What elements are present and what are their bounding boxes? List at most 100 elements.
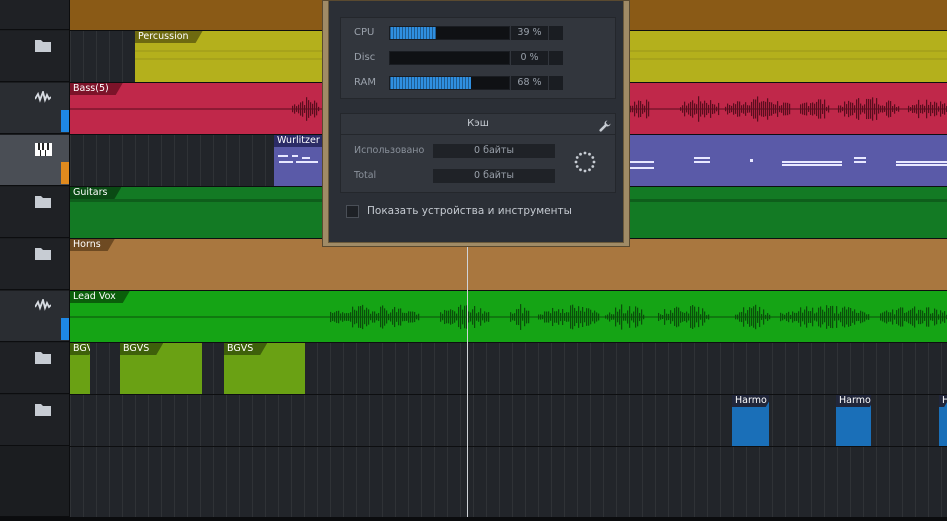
waveform-sample	[662, 315, 664, 319]
waveform-sample	[894, 314, 896, 320]
waveform-sample	[788, 311, 790, 323]
event-label-lead-vox: Lead Vox	[70, 291, 130, 303]
waveform-sample	[366, 307, 368, 327]
waveform-sample	[812, 307, 814, 327]
waveform-sample	[382, 305, 384, 329]
waveform-sample	[690, 101, 692, 117]
waveform-sample	[542, 314, 544, 320]
waveform-sample	[668, 313, 670, 321]
waveform-sample	[802, 312, 804, 322]
waveform-sample	[592, 312, 594, 322]
waveform-sample	[848, 307, 850, 327]
waveform-sample	[914, 306, 916, 328]
waveform-sample	[684, 101, 686, 117]
waveform-sample	[812, 102, 814, 116]
waveform-sample	[731, 105, 733, 113]
waveform-sample	[850, 102, 852, 116]
waveform-sample	[924, 313, 926, 321]
track-header-wurlitzer[interactable]	[0, 135, 69, 186]
waveform-sample	[568, 312, 570, 322]
waveform-sample	[332, 313, 334, 321]
waveform-sample	[641, 309, 643, 325]
event-label-harmony-3: H	[939, 395, 947, 407]
show-devices-checkbox[interactable]	[346, 205, 359, 218]
waveform-sample	[538, 314, 540, 320]
waveform-sample	[526, 310, 528, 324]
waveform-sample	[916, 313, 918, 321]
waveform-sample	[940, 310, 942, 324]
waveform-sample	[374, 311, 376, 323]
waveform-sample	[570, 305, 572, 329]
event-bgvs-3[interactable]: BGVS	[224, 343, 305, 394]
waveform-sample	[314, 100, 316, 118]
waveform-sample	[918, 99, 920, 119]
event-harmony-1[interactable]: Harmo	[732, 395, 769, 446]
waveform-sample	[312, 103, 314, 115]
waveform-sample	[336, 311, 338, 323]
waveform-sample	[590, 309, 592, 325]
cache-used-label: Использовано	[354, 145, 425, 156]
show-devices-row[interactable]: Показать устройства и инструменты	[340, 203, 616, 223]
track-header-harmony[interactable]	[0, 395, 69, 446]
event-bgvs-2[interactable]: BGVS	[120, 343, 202, 394]
event-bgv-1[interactable]: BGV	[70, 343, 90, 394]
waveform-sample	[292, 105, 294, 113]
ram-peak-indicator	[549, 76, 563, 90]
waveform-sample	[782, 313, 784, 321]
waveform-sample	[864, 104, 866, 114]
track-header-top-folder[interactable]	[0, 0, 69, 30]
waveform-sample	[936, 102, 938, 116]
waveform-sample	[942, 312, 944, 322]
track-header-horns[interactable]	[0, 239, 69, 290]
waveform-sample	[346, 313, 348, 321]
event-harmony-3[interactable]: H	[939, 395, 947, 446]
waveform-sample	[642, 104, 644, 114]
bottom-scrollbar[interactable]	[0, 517, 947, 521]
waveform-sample	[480, 308, 482, 326]
waveform-sample	[708, 104, 710, 114]
event-harmony-2[interactable]: Harmo	[836, 395, 871, 446]
spinner-dot	[574, 160, 578, 164]
waveform-sample	[894, 104, 896, 114]
waveform-sample	[936, 309, 938, 325]
event-lead-vox[interactable]: Lead Vox	[70, 291, 947, 342]
track-header-lead-vox[interactable]	[0, 291, 69, 342]
waveform-sample	[846, 309, 848, 325]
event-label-percussion: Percussion	[135, 31, 203, 43]
wrench-icon[interactable]	[599, 117, 611, 132]
waveform-sample	[745, 102, 747, 116]
event-label-harmony-2: Harmo	[836, 395, 871, 407]
waveform-sample	[394, 306, 396, 328]
track-header-bass[interactable]	[0, 83, 69, 134]
waveform-sample	[912, 105, 914, 113]
waveform-sample	[926, 307, 928, 327]
lead-vox-waveform	[70, 304, 947, 330]
waveform-sample	[682, 105, 684, 113]
event-label-horns: Horns	[70, 239, 115, 251]
waveform-sample	[302, 101, 304, 117]
waveform-sample	[944, 103, 946, 115]
waveform-sample	[454, 311, 456, 323]
track-header-bgvs[interactable]	[0, 343, 69, 394]
waveform-sample	[922, 104, 924, 114]
waveform-sample	[380, 306, 382, 328]
waveform-sample	[747, 105, 749, 113]
waveform-sample	[781, 105, 783, 113]
cache-used-value: 0 байты	[433, 144, 555, 158]
waveform-sample	[348, 313, 350, 321]
track-header-guitars[interactable]	[0, 187, 69, 238]
waveform-sample	[938, 314, 940, 320]
waveform-sample	[660, 314, 662, 320]
waveform-sample	[456, 313, 458, 321]
waveform-sample	[741, 105, 743, 113]
waveform-sample	[832, 305, 834, 329]
waveform-sample	[627, 310, 629, 324]
waveform-sample	[741, 311, 743, 323]
track-list	[0, 0, 70, 521]
waveform-sample	[625, 313, 627, 321]
waveform-sample	[540, 314, 542, 320]
waveform-sample	[773, 104, 775, 114]
track-header-percussion[interactable]	[0, 31, 69, 82]
track-color-strip	[61, 110, 69, 132]
waveform-sample	[528, 310, 530, 324]
